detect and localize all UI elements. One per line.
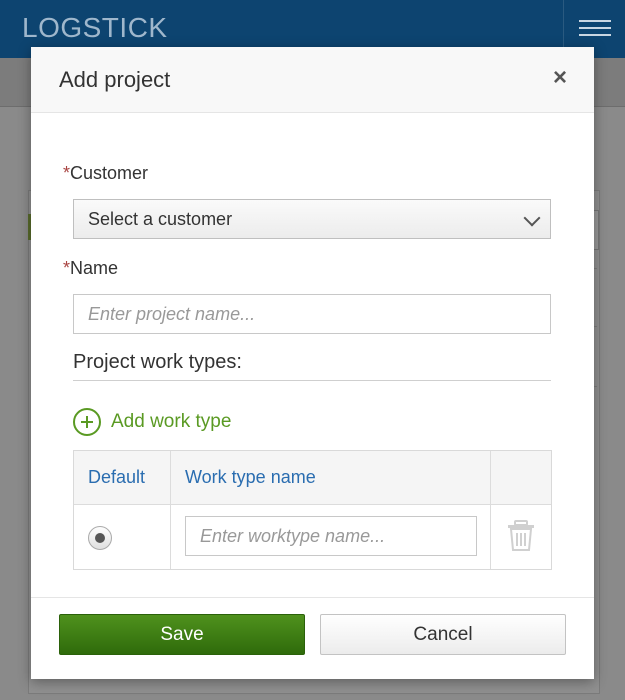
app-title: LOGSTICK (22, 12, 168, 43)
modal-footer: Save Cancel (31, 597, 594, 680)
trash-icon[interactable] (506, 520, 536, 552)
modal-title: Add project (59, 67, 171, 92)
plus-circle-icon (73, 408, 101, 436)
required-mark: * (63, 258, 71, 278)
work-type-name-input[interactable] (185, 516, 477, 556)
cancel-button[interactable]: Cancel (320, 614, 566, 655)
customer-select[interactable]: Select a customer (73, 199, 551, 239)
default-radio[interactable] (88, 526, 112, 550)
chevron-down-icon (523, 209, 541, 227)
work-type-name-cell (171, 504, 491, 569)
column-header-default: Default (74, 451, 171, 504)
customer-label-text: Customer (70, 163, 149, 183)
modal-header: Add project × (31, 47, 594, 113)
column-header-actions (491, 451, 551, 504)
project-name-input[interactable] (73, 294, 551, 334)
add-work-type-label: Add work type (111, 411, 232, 432)
customer-label: *Customer (63, 163, 148, 184)
close-button[interactable]: × (548, 64, 572, 92)
add-work-type-button[interactable]: Add work type (73, 405, 231, 439)
actions-cell (491, 504, 551, 569)
work-types-section-title: Project work types: (73, 351, 551, 381)
column-header-work-type-name: Work type name (171, 451, 491, 504)
name-label: *Name (63, 258, 118, 279)
name-label-text: Name (70, 258, 119, 278)
default-cell (74, 504, 171, 569)
table-row (74, 504, 551, 569)
menu-icon (579, 20, 611, 38)
work-types-table: Default Work type name (73, 450, 552, 570)
customer-select-value: Select a customer (88, 209, 233, 229)
add-project-modal: Add project × *Customer Select a custome… (31, 47, 594, 679)
required-mark: * (63, 163, 71, 183)
close-icon: × (552, 64, 567, 91)
save-button[interactable]: Save (59, 614, 305, 655)
table-header-row: Default Work type name (74, 451, 551, 505)
